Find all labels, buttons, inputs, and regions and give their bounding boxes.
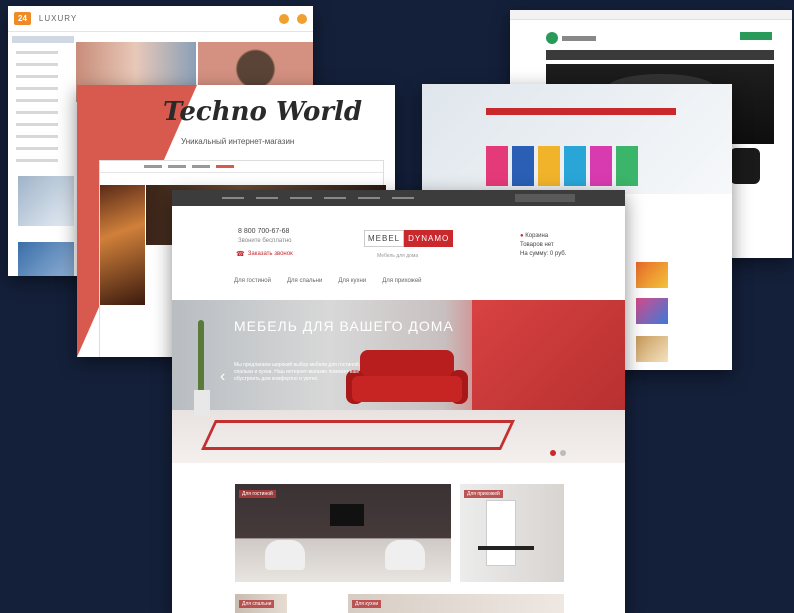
sidebar-item [16,135,58,138]
shop-sidebar [12,36,74,171]
cart-title: Корзина [525,233,549,239]
furniture-topbar [172,190,625,206]
nav-item [216,165,234,168]
cart-sum: На сумму: 0 руб. [520,251,567,257]
hero-title: МЕБЕЛЬ ДЛЯ ВАШЕГО ДОМА [234,318,454,334]
plant-pot [194,390,210,416]
topbar-link [392,197,414,199]
phone-icon: ☎ [236,251,245,258]
elec-logo-text [562,35,596,41]
slider-dot-active [550,450,556,456]
menu-item: Для гостиной [234,278,271,284]
col-nav [486,108,676,115]
tile-label: Для прихожей [464,490,503,498]
product-image [616,146,638,186]
category-tile-living: Для гостиной [235,484,451,582]
product-image [590,146,612,186]
header-phone-sub: Звоните бесплатно [238,238,292,244]
tablet-product-image [18,242,74,276]
furniture-template-preview: 8 800 700-67-68 Звоните бесплатно ☎ Зака… [172,190,625,613]
sidebar-item [16,159,58,162]
shop-logo: 24 [14,12,31,25]
sidebar-item [16,51,58,54]
elec-cart-button [740,32,772,40]
logo-part-a: MEBEL [364,230,405,247]
camera-product-image [730,148,760,184]
chair-image [265,540,305,570]
cart-icon: ● [520,233,524,239]
hero-sofa [346,350,468,412]
product-thumb [636,262,668,288]
techno-inner-nav [100,161,383,173]
sidebar-item [16,99,58,102]
chair-image [385,540,425,570]
user-icon [297,13,307,24]
sidebar-item [16,111,58,114]
chevron-left-icon: ‹ [220,368,226,385]
furniture-logo: MEBEL DYNAMO [364,230,454,247]
product-thumb [636,298,668,324]
nav-item [144,165,162,168]
tile-label: Для гостиной [239,490,276,498]
sofa-seat [352,376,462,402]
plant-leaf [198,320,204,392]
nav-item [192,165,210,168]
product-image [512,146,534,186]
sidebar-item [16,63,58,66]
product-image [564,146,586,186]
furniture-menu: Для гостиной Для спальни Для кухни Для п… [234,278,422,284]
topbar-link [290,197,312,199]
tile-label: Для спальни [239,600,275,608]
menu-item: Для прихожей [382,278,422,284]
cart-count: Товаров нет [520,242,554,248]
topbar-search [515,194,575,202]
elec-logo [546,32,596,44]
topbar-link [324,197,346,199]
callback-link: ☎ Заказать звонок [236,250,293,258]
elec-logo-icon [546,32,558,44]
slider-dots [550,450,566,456]
category-tile-hall: Для прихожей [460,484,564,582]
menu-item: Для кухни [338,278,367,284]
techno-title: Techno World [163,97,363,127]
sidebar-item [16,123,58,126]
topbar-link [256,197,278,199]
tv-image [330,504,364,526]
hero-red-wall [472,300,625,410]
tile-label: Для кухни [352,600,382,608]
shop-brand-word: LUXURY [38,14,78,23]
slider-dot [560,450,566,456]
techno-product-image [100,185,145,305]
header-cart-info: ● Корзина Товаров нет На сумму: 0 руб. [520,232,566,259]
product-thumb [636,336,668,362]
furniture-hero-slider: ‹ МЕБЕЛЬ ДЛЯ ВАШЕГО ДОМА Мы предлагаем ш… [172,300,625,463]
product-image [538,146,560,186]
shop-header: 24 LUXURY [8,6,313,32]
elec-topbar [510,10,792,20]
product-image [486,146,508,186]
door-image [486,500,516,566]
sidebar-item [16,147,58,150]
logo-part-b: DYNAMO [404,230,454,247]
category-tile-bedroom: Для спальни [235,594,287,613]
hero-description: Мы предлагаем широкий выбор мебели для г… [234,362,361,382]
elec-nav [546,50,774,60]
sidebar-heading [12,36,74,43]
logo-subtitle: Мебель для дома [377,253,419,259]
techno-subtitle: Уникальный интернет-магазин [181,137,295,146]
menu-item: Для спальни [286,278,323,284]
nav-item [168,165,186,168]
callback-label: Заказать звонок [247,251,293,257]
sidebar-item [16,87,58,90]
topbar-link [358,197,380,199]
cart-icon [279,13,289,24]
sidebar-item [16,75,58,78]
hero-rug [201,420,515,450]
category-tile-kitchen: Для кухни [348,594,564,613]
header-phone: 8 800 700-67-68 [238,228,290,235]
topbar-link [222,197,244,199]
phone-product-image [18,176,74,226]
hero-plant [186,320,216,416]
table-image [478,546,534,550]
